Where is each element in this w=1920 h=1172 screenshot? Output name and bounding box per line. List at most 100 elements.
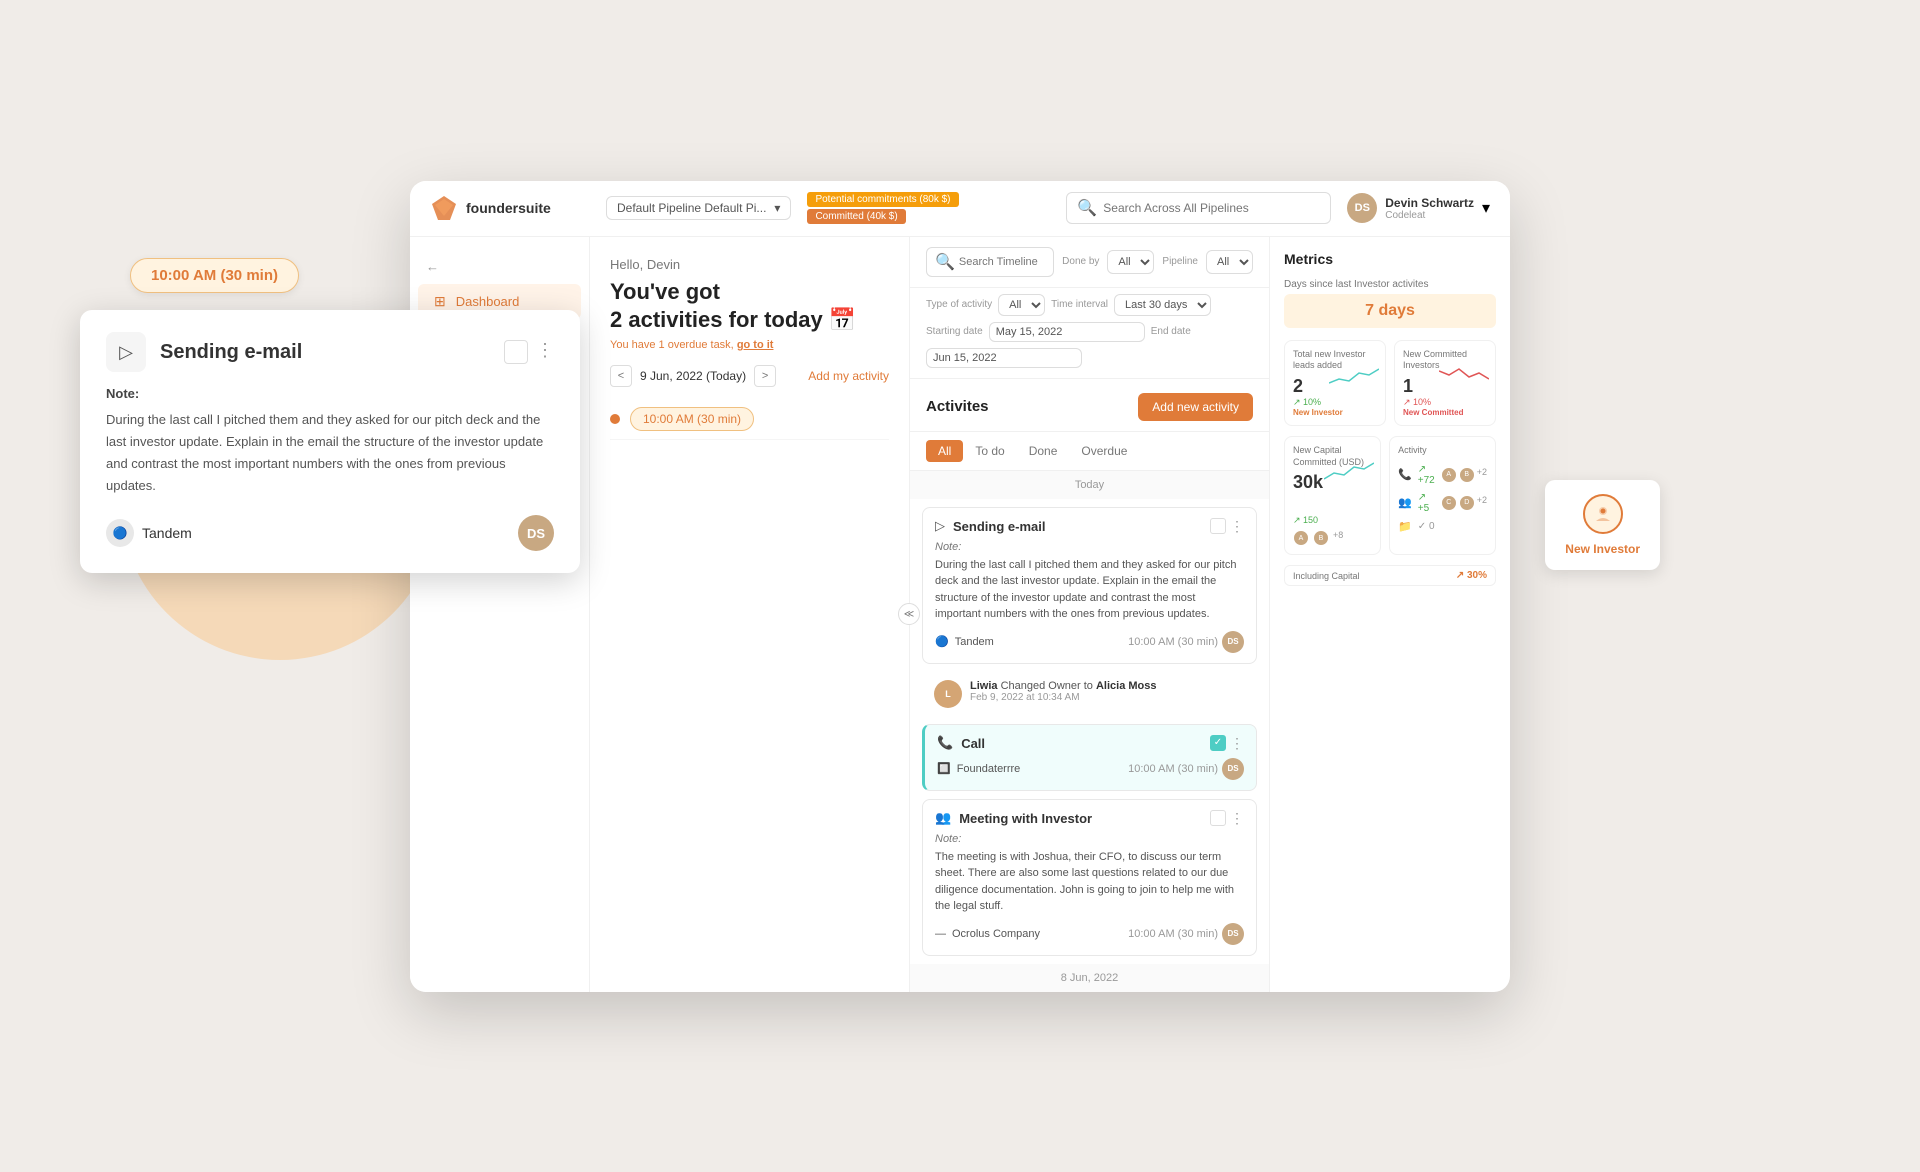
new-leads-card: Total new Investor leads added 2 ↗ 10% N… bbox=[1284, 340, 1386, 426]
email-note-label: Note: bbox=[935, 541, 1244, 553]
owner-change-text: Liwia Changed Owner to Alicia Moss Feb 9… bbox=[970, 680, 1157, 703]
phone-val: ↗ +72 bbox=[1418, 464, 1435, 486]
meeting-card-footer: — Ocrolus Company 10:00 AM (30 min) DS bbox=[935, 923, 1244, 945]
activities-header: Activites Add new activity bbox=[910, 379, 1269, 432]
popup-more-button[interactable]: ⋮ bbox=[536, 340, 554, 364]
activity-card-email-header: ▷ Sending e-mail ⋮ bbox=[935, 518, 1244, 535]
meeting-val: ↗ +5 bbox=[1418, 492, 1435, 514]
main-title: You've got 2 activities for today 📅 bbox=[610, 278, 889, 335]
interval-label: Time interval bbox=[1051, 299, 1108, 310]
popup-user-avatar: DS bbox=[518, 515, 554, 551]
owner-change-date: Feb 9, 2022 at 10:34 AM bbox=[970, 692, 1157, 703]
timeline-search[interactable]: 🔍 bbox=[926, 247, 1054, 277]
popup-company: 🔵 Tandem bbox=[106, 519, 192, 547]
filter-tab-all[interactable]: All bbox=[926, 440, 963, 462]
filter-tab-done[interactable]: Done bbox=[1017, 440, 1070, 462]
pa1: A bbox=[1441, 467, 1457, 483]
pipeline-dropdown[interactable]: Default Pipeline Default Pi... ▾ bbox=[606, 196, 791, 220]
search-input[interactable] bbox=[1103, 201, 1320, 215]
content-area: Hello, Devin You've got 2 activities for… bbox=[590, 237, 1510, 992]
call-more-button[interactable]: ⋮ bbox=[1230, 735, 1244, 752]
done-by-select[interactable]: All bbox=[1107, 250, 1154, 274]
days-since-label: Days since last Investor activites bbox=[1284, 279, 1496, 290]
phone-icon: 📞 bbox=[1398, 468, 1412, 481]
global-search[interactable]: 🔍 bbox=[1066, 192, 1331, 224]
activity-row-phone: 📞 ↗ +72 A B +2 bbox=[1398, 461, 1487, 489]
call-activity-icon: 📞 bbox=[937, 735, 953, 751]
title-line1: You've got bbox=[610, 279, 720, 304]
right-column: Metrics Days since last Investor activit… bbox=[1270, 237, 1510, 992]
expand-toggle-button[interactable]: ≪ bbox=[898, 603, 920, 625]
capital-activity-grid: New Capital Committed (USD) 30k ↗ 150 bbox=[1284, 436, 1496, 555]
title-line2: 2 activities for today 📅 bbox=[610, 307, 856, 332]
user-chevron-icon: ▾ bbox=[1482, 198, 1490, 218]
email-time-text: 10:00 AM (30 min) bbox=[1128, 636, 1218, 648]
center-column: 🔍 Done by All Pipeline A bbox=[910, 237, 1270, 992]
email-activity-title: Sending e-mail bbox=[953, 519, 1202, 534]
capital-sparkline bbox=[1324, 457, 1374, 490]
call-time-text: 10:00 AM (30 min) bbox=[1128, 763, 1218, 775]
new-leads-trend: ↗ 10% bbox=[1293, 397, 1377, 408]
end-date-input[interactable] bbox=[926, 348, 1082, 368]
filter-tab-todo[interactable]: To do bbox=[963, 440, 1016, 462]
pipeline-filter-select[interactable]: All bbox=[1206, 250, 1253, 274]
timeline-search-input[interactable] bbox=[959, 256, 1045, 268]
meeting-more-button[interactable]: ⋮ bbox=[1230, 810, 1244, 827]
end-date-label: End date bbox=[1151, 326, 1191, 337]
email-more-button[interactable]: ⋮ bbox=[1230, 518, 1244, 535]
filter-tabs: All To do Done Overdue bbox=[910, 432, 1269, 471]
timeline-search-row: 🔍 Done by All Pipeline A bbox=[910, 237, 1269, 288]
meeting-company-name: Ocrolus Company bbox=[952, 928, 1040, 940]
type-select[interactable]: All bbox=[998, 294, 1045, 316]
filter-tab-overdue[interactable]: Overdue bbox=[1069, 440, 1139, 462]
meeting-checkbox[interactable] bbox=[1210, 810, 1226, 826]
capital-card: New Capital Committed (USD) 30k ↗ 150 bbox=[1284, 436, 1381, 555]
logo-text: foundersuite bbox=[466, 200, 551, 216]
call-card-header: 📞 Call ✓ ⋮ bbox=[937, 735, 1244, 752]
add-my-activity-link[interactable]: Add my activity bbox=[808, 369, 889, 383]
ocrolus-icon: — bbox=[935, 928, 946, 940]
pipeline-filter-label: Pipeline bbox=[1162, 256, 1198, 267]
date-group-jun8: 8 Jun, 2022 bbox=[910, 964, 1269, 992]
next-date-button[interactable]: > bbox=[754, 365, 776, 387]
new-investor-label: New Investor bbox=[1565, 542, 1640, 556]
sidebar-back-button[interactable]: ← bbox=[410, 253, 589, 280]
popup-title: Sending e-mail bbox=[160, 341, 490, 364]
email-activity-icon: ▷ bbox=[935, 518, 945, 534]
call-company: 🔲 Foundaterrre bbox=[937, 762, 1020, 775]
foundaterrre-icon: 🔲 bbox=[937, 762, 951, 775]
popup-actions: ⋮ bbox=[504, 340, 554, 364]
including-value: ↗ 30% bbox=[1456, 570, 1487, 581]
email-user-avatar: DS bbox=[1222, 631, 1244, 653]
sidebar-label-dashboard: Dashboard bbox=[456, 294, 520, 309]
interval-select[interactable]: Last 30 days bbox=[1114, 294, 1211, 316]
add-new-activity-button[interactable]: Add new activity bbox=[1138, 393, 1253, 421]
pipeline-badges: Potential commitments (80k $) Committed … bbox=[807, 192, 1050, 224]
date-group-today: Today bbox=[910, 471, 1269, 499]
app-window: foundersuite Default Pipeline Default Pi… bbox=[410, 181, 1510, 992]
logo-area: foundersuite bbox=[430, 194, 590, 222]
left-column: Hello, Devin You've got 2 activities for… bbox=[590, 237, 910, 992]
phone-avatars: A B +2 bbox=[1441, 467, 1487, 483]
owner-change-card: L Liwia Changed Owner to Alicia Moss Feb… bbox=[922, 672, 1257, 716]
popup-checkbox[interactable] bbox=[504, 340, 528, 364]
activity-row-meeting: 👥 ↗ +5 C D +2 bbox=[1398, 489, 1487, 517]
email-checkbox[interactable] bbox=[1210, 518, 1226, 534]
call-card-footer: 🔲 Foundaterrre 10:00 AM (30 min) DS bbox=[937, 758, 1244, 780]
prev-date-button[interactable]: < bbox=[610, 365, 632, 387]
meeting-activity-icon: 👥 bbox=[935, 810, 951, 826]
metrics-grid: Total new Investor leads added 2 ↗ 10% N… bbox=[1284, 340, 1496, 426]
overdue-link[interactable]: go to it bbox=[737, 339, 774, 351]
date-nav: < 9 Jun, 2022 (Today) > Add my activity bbox=[610, 365, 889, 387]
call-checkbox[interactable]: ✓ bbox=[1210, 735, 1226, 751]
popup-company-name: Tandem bbox=[142, 525, 192, 541]
email-note-text: During the last call I pitched them and … bbox=[935, 557, 1244, 623]
new-investor-badge: New Investor bbox=[1545, 480, 1660, 570]
ma1: C bbox=[1441, 495, 1457, 511]
start-date-input[interactable] bbox=[989, 322, 1145, 342]
meeting-note-label: Note: bbox=[935, 833, 1244, 845]
activity-metrics-card: Activity 📞 ↗ +72 A B +2 bbox=[1389, 436, 1496, 555]
tandem-company-icon: 🔵 bbox=[106, 519, 134, 547]
meeting-time-text: 10:00 AM (30 min) bbox=[1128, 928, 1218, 940]
logo-icon bbox=[430, 194, 458, 222]
